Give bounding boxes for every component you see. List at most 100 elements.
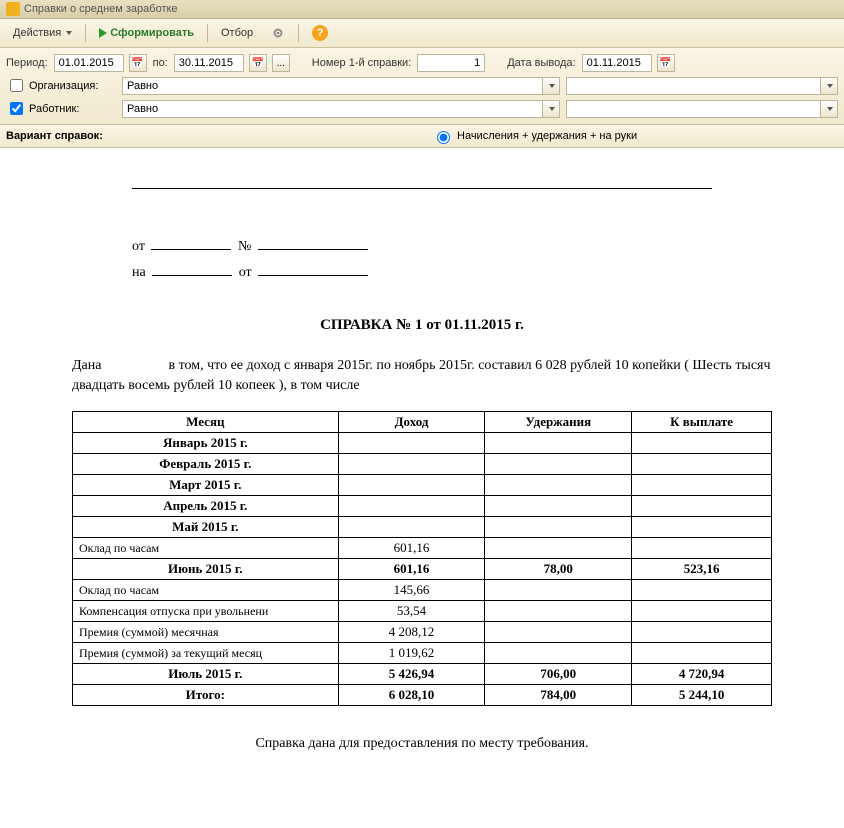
chevron-down-icon: [549, 84, 555, 88]
play-icon: [99, 28, 107, 38]
col-withhold: Удержания: [485, 412, 632, 433]
to-label: по:: [153, 57, 168, 69]
col-income: Доход: [338, 412, 485, 433]
table-row: Оклад по часам601,16: [73, 538, 772, 559]
cell-income: 145,66: [338, 580, 485, 601]
filter-label: Отбор: [221, 27, 253, 39]
settings-button[interactable]: [264, 23, 292, 43]
cell-label: Март 2015 г.: [73, 475, 339, 496]
org-mode-select[interactable]: Равно: [122, 77, 543, 95]
variant-label: Вариант справок:: [6, 130, 432, 142]
calendar-to-button[interactable]: 📅: [249, 54, 267, 72]
calendar-output-button[interactable]: 📅: [657, 54, 675, 72]
doc-title: СПРАВКА № 1 от 01.11.2015 г.: [72, 317, 772, 334]
table-row: Февраль 2015 г.: [73, 454, 772, 475]
org-value-dropdown[interactable]: [820, 77, 838, 95]
cell-withhold: [485, 454, 632, 475]
generate-button[interactable]: Сформировать: [92, 24, 201, 42]
employee-mode-select[interactable]: Равно: [122, 100, 543, 118]
period-row: Период: 📅 по: 📅 ... Номер 1-й справки: Д…: [6, 52, 838, 74]
employee-mode-dropdown[interactable]: [542, 100, 560, 118]
employee-value-dropdown[interactable]: [820, 100, 838, 118]
cell-withhold: [485, 433, 632, 454]
variant-row: Вариант справок: Начисления + удержания …: [0, 125, 844, 148]
cell-income: [338, 517, 485, 538]
cell-pay: [632, 580, 772, 601]
org-row: Организация: Равно: [6, 74, 838, 97]
table-row: Оклад по часам145,66: [73, 580, 772, 601]
income-table: Месяц Доход Удержания К выплате Январь 2…: [72, 411, 772, 706]
chevron-down-icon: [549, 107, 555, 111]
col-month: Месяц: [73, 412, 339, 433]
employee-checkbox[interactable]: [10, 102, 23, 115]
cell-income: 1 019,62: [338, 643, 485, 664]
date-to-input[interactable]: [174, 54, 244, 72]
cell-label: Компенсация отпуска при увольнени: [73, 601, 339, 622]
doc-footer: Справка дана для предоставления по месту…: [72, 736, 772, 752]
date-from-input[interactable]: [54, 54, 124, 72]
doc-to-line: на от: [132, 265, 772, 281]
filter-button[interactable]: Отбор: [214, 24, 260, 42]
cell-pay: 5 244,10: [632, 685, 772, 706]
org-checkbox[interactable]: [10, 79, 23, 92]
cell-withhold: [485, 517, 632, 538]
table-row: Премия (суммой) за текущий месяц1 019,62: [73, 643, 772, 664]
from-label: от: [132, 239, 145, 254]
cell-label: Июль 2015 г.: [73, 664, 339, 685]
cell-pay: [632, 475, 772, 496]
doc-body-text: Дана в том, что ее доход с января 2015г.…: [72, 356, 772, 395]
cell-label: Январь 2015 г.: [73, 433, 339, 454]
cell-income: 601,16: [338, 559, 485, 580]
org-value-select[interactable]: [566, 77, 821, 95]
window-title: Справки о среднем заработке: [24, 3, 178, 15]
table-row: Март 2015 г.: [73, 475, 772, 496]
table-row: Июнь 2015 г.601,1678,00523,16: [73, 559, 772, 580]
cell-income: [338, 475, 485, 496]
org-label: Организация:: [29, 80, 98, 92]
employee-row: Работник: Равно: [6, 97, 838, 120]
calendar-icon: 📅: [659, 58, 671, 69]
gear-icon: [271, 26, 285, 40]
cell-label: Итого:: [73, 685, 339, 706]
document-preview: от № на от СПРАВКА № 1 от 01.11.2015 г. …: [0, 148, 844, 828]
table-row: Январь 2015 г.: [73, 433, 772, 454]
cell-pay: 523,16: [632, 559, 772, 580]
col-pay: К выплате: [632, 412, 772, 433]
calendar-from-button[interactable]: 📅: [129, 54, 147, 72]
cell-label: Май 2015 г.: [73, 517, 339, 538]
table-row: Премия (суммой) месячная4 208,12: [73, 622, 772, 643]
cell-withhold: [485, 538, 632, 559]
output-date-label: Дата вывода:: [507, 57, 575, 69]
table-row: Май 2015 г.: [73, 517, 772, 538]
separator: [85, 24, 86, 42]
period-picker-button[interactable]: ...: [272, 54, 290, 72]
no-label: №: [238, 239, 251, 254]
period-label: Период:: [6, 57, 48, 69]
cell-income: 4 208,12: [338, 622, 485, 643]
to-label: на: [132, 265, 146, 280]
cell-pay: [632, 601, 772, 622]
cell-label: Премия (суммой) месячная: [73, 622, 339, 643]
actions-menu[interactable]: Действия: [6, 24, 79, 42]
cell-label: Июнь 2015 г.: [73, 559, 339, 580]
cell-withhold: 706,00: [485, 664, 632, 685]
cell-income: [338, 454, 485, 475]
cell-pay: 4 720,94: [632, 664, 772, 685]
table-row: Компенсация отпуска при увольнени53,54: [73, 601, 772, 622]
table-header-row: Месяц Доход Удержания К выплате: [73, 412, 772, 433]
calendar-icon: 📅: [252, 58, 264, 69]
separator: [298, 24, 299, 42]
cell-pay: [632, 643, 772, 664]
output-date-input[interactable]: [582, 54, 652, 72]
filter-panel: Период: 📅 по: 📅 ... Номер 1-й справки: Д…: [0, 48, 844, 125]
variant-radio[interactable]: [437, 131, 450, 144]
ref-no-label: Номер 1-й справки:: [312, 57, 411, 69]
org-mode-dropdown[interactable]: [542, 77, 560, 95]
generate-label: Сформировать: [110, 27, 194, 39]
employee-label: Работник:: [29, 103, 79, 115]
help-button[interactable]: ?: [305, 22, 335, 44]
chevron-down-icon: [827, 107, 833, 111]
employee-value-select[interactable]: [566, 100, 821, 118]
ref-no-input[interactable]: [417, 54, 485, 72]
chevron-down-icon: [827, 84, 833, 88]
